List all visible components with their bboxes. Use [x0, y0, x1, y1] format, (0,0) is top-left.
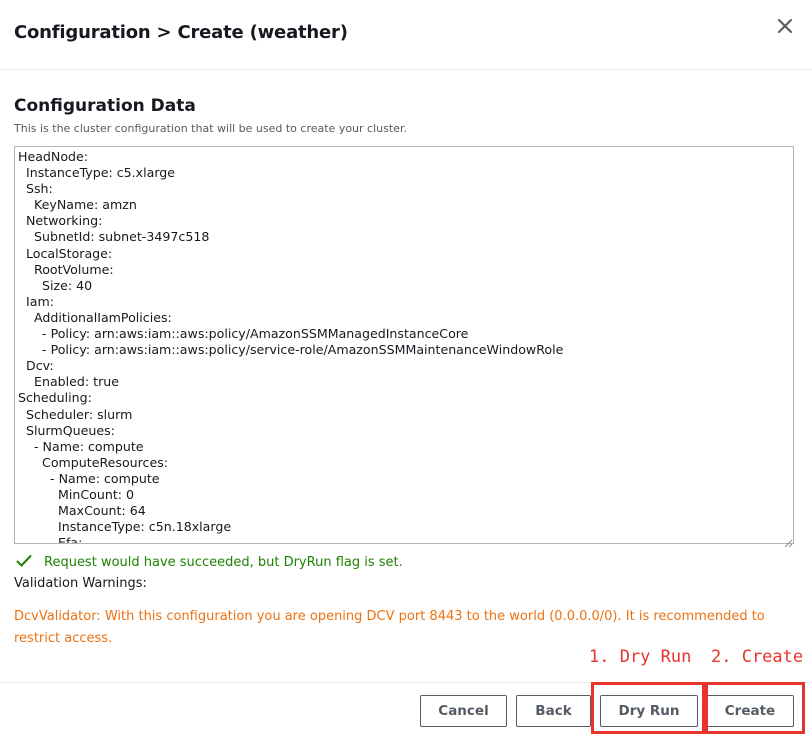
check-icon — [16, 553, 32, 572]
highlight-dry-run-box — [591, 682, 705, 734]
resize-handle-icon[interactable] — [783, 533, 793, 548]
section-title: Configuration Data — [14, 96, 196, 116]
annotation-step-create: 2. Create — [711, 647, 804, 667]
close-icon[interactable] — [774, 15, 796, 37]
modal-title: Configuration > Create (weather) — [14, 22, 348, 43]
configuration-textarea[interactable]: HeadNode: InstanceType: c5.xlarge Ssh: K… — [14, 146, 794, 544]
modal-header: Configuration > Create (weather) — [0, 0, 812, 70]
section-description: This is the cluster configuration that w… — [14, 122, 407, 135]
cancel-button[interactable]: Cancel — [420, 695, 507, 727]
validation-warnings-label: Validation Warnings: — [14, 576, 147, 591]
validation-warning-message: DcvValidator: With this configuration yo… — [14, 609, 765, 646]
annotation-step-dry-run: 1. Dry Run — [589, 647, 692, 667]
back-button[interactable]: Back — [516, 695, 591, 727]
highlight-create-box — [705, 682, 805, 734]
success-status: Request would have succeeded, but DryRun… — [16, 553, 403, 571]
success-message: Request would have succeeded, but DryRun… — [44, 554, 403, 570]
